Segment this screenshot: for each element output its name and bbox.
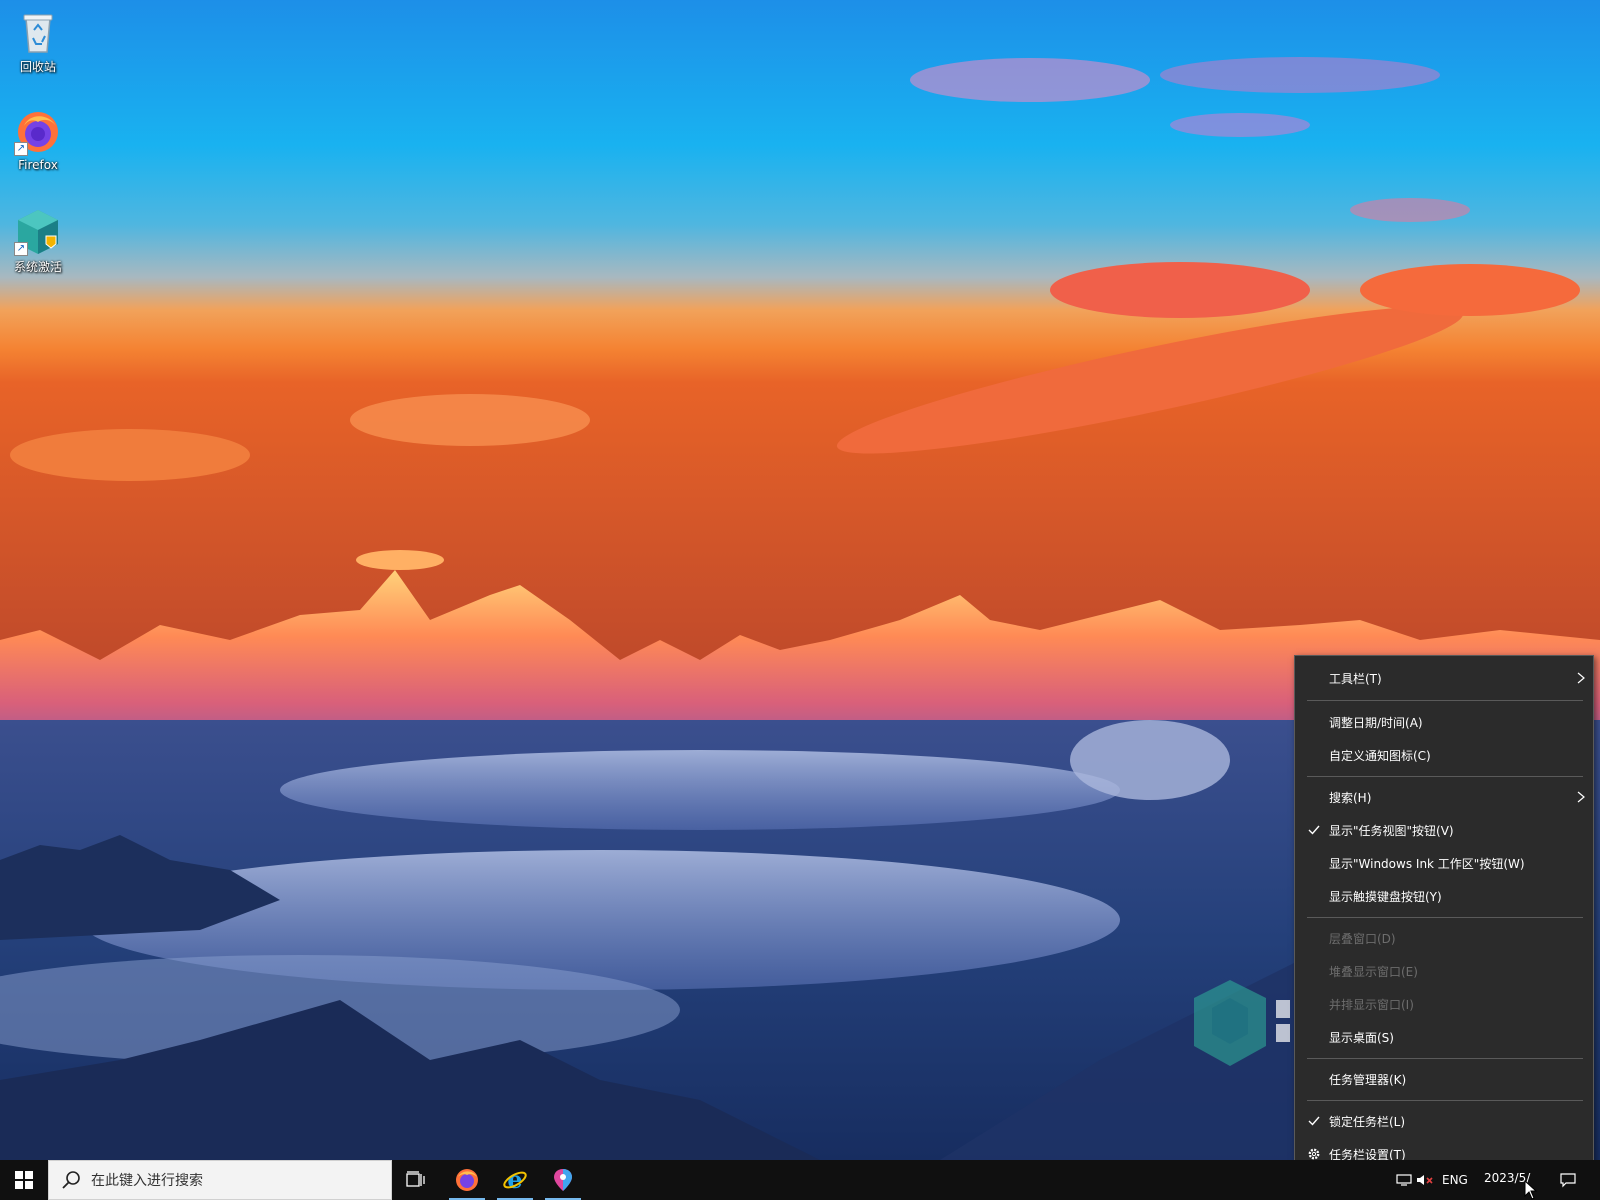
- maps-icon: [554, 1169, 572, 1191]
- menu-item-label: 任务管理器(K): [1329, 1072, 1407, 1087]
- menu-item-show-task-view-button[interactable]: 显示"任务视图"按钮(V): [1295, 814, 1593, 846]
- taskbar: 在此键入进行搜索 e ENG: [0, 1160, 1600, 1200]
- svg-text:e: e: [507, 1167, 522, 1193]
- menu-item-adjust-date-time[interactable]: 调整日期/时间(A): [1295, 706, 1593, 738]
- taskbar-app-maps[interactable]: [539, 1160, 587, 1200]
- desktop-icon-recycle-bin[interactable]: 回收站: [0, 8, 76, 75]
- menu-item-search[interactable]: 搜索(H): [1295, 781, 1593, 813]
- menu-item-show-touch-keyboard-button[interactable]: 显示触摸键盘按钮(Y): [1295, 880, 1593, 912]
- firefox-icon: [456, 1169, 478, 1191]
- shortcut-arrow-icon: ↗: [14, 242, 28, 256]
- chevron-right-icon: [1577, 791, 1585, 803]
- firefox-icon: ↗: [14, 108, 62, 156]
- task-view-button[interactable]: [392, 1160, 440, 1200]
- menu-item-label: 显示"Windows Ink 工作区"按钮(W): [1329, 856, 1525, 871]
- recycle-bin-icon: [14, 8, 62, 56]
- shortcut-arrow-icon: ↗: [14, 142, 28, 156]
- menu-separator: [1307, 776, 1583, 777]
- notification-center-icon[interactable]: [1560, 1160, 1576, 1200]
- system-activation-icon: ↗: [14, 208, 62, 256]
- search-icon: [62, 1171, 80, 1189]
- menu-separator: [1307, 917, 1583, 918]
- desktop-icon-label: 回收站: [19, 60, 56, 74]
- desktop-icon-label: Firefox: [18, 158, 58, 172]
- volume-muted-icon[interactable]: [1416, 1160, 1434, 1200]
- windows-logo-icon: [15, 1171, 33, 1189]
- menu-item-label: 显示触摸键盘按钮(Y): [1329, 889, 1442, 904]
- language-indicator[interactable]: ENG: [1442, 1160, 1468, 1200]
- network-icon[interactable]: [1396, 1160, 1412, 1200]
- checkmark-icon: [1308, 825, 1320, 835]
- checkmark-icon: [1308, 1116, 1320, 1126]
- taskbar-app-firefox[interactable]: [443, 1160, 491, 1200]
- taskbar-search-box[interactable]: 在此键入进行搜索: [48, 1160, 392, 1200]
- chevron-right-icon: [1577, 672, 1585, 684]
- desktop-icon-firefox[interactable]: ↗ Firefox: [0, 108, 76, 172]
- task-view-icon: [406, 1171, 425, 1187]
- menu-item-stack-windows: 堆叠显示窗口(E): [1295, 955, 1593, 987]
- menu-item-lock-taskbar[interactable]: 锁定任务栏(L): [1295, 1105, 1593, 1137]
- watermark-logo: [1190, 978, 1300, 1082]
- gear-icon: [1308, 1148, 1320, 1160]
- menu-item-label: 并排显示窗口(I): [1329, 997, 1414, 1012]
- desktop-icon-label: 系统激活: [13, 260, 62, 274]
- taskbar-app-internet-explorer[interactable]: e: [491, 1160, 539, 1200]
- taskbar-context-menu: 工具栏(T) 调整日期/时间(A) 自定义通知图标(C) 搜索(H) 显示"任务…: [1294, 655, 1594, 1179]
- menu-separator: [1307, 1100, 1583, 1101]
- menu-item-label: 锁定任务栏(L): [1329, 1114, 1406, 1129]
- menu-item-label: 显示桌面(S): [1329, 1030, 1394, 1045]
- menu-item-label: 工具栏(T): [1329, 671, 1382, 686]
- menu-item-label: 自定义通知图标(C): [1329, 748, 1431, 763]
- menu-separator: [1307, 700, 1583, 701]
- menu-item-customize-notification-icons[interactable]: 自定义通知图标(C): [1295, 739, 1593, 771]
- menu-item-label: 层叠窗口(D): [1329, 931, 1396, 946]
- menu-item-show-desktop[interactable]: 显示桌面(S): [1295, 1021, 1593, 1053]
- desktop-icon-system-activation[interactable]: ↗ 系统激活: [0, 208, 76, 275]
- search-placeholder: 在此键入进行搜索: [91, 1173, 203, 1189]
- menu-item-cascade-windows: 层叠窗口(D): [1295, 922, 1593, 954]
- menu-item-label: 显示"任务视图"按钮(V): [1329, 823, 1454, 838]
- menu-item-label: 搜索(H): [1329, 790, 1372, 805]
- menu-item-task-manager[interactable]: 任务管理器(K): [1295, 1063, 1593, 1095]
- internet-explorer-icon: e: [503, 1167, 527, 1193]
- menu-separator: [1307, 1058, 1583, 1059]
- mouse-pointer-icon: [1524, 1180, 1538, 1200]
- menu-item-toolbars[interactable]: 工具栏(T): [1295, 662, 1593, 694]
- menu-item-label: 堆叠显示窗口(E): [1329, 964, 1418, 979]
- menu-item-label: 调整日期/时间(A): [1329, 715, 1423, 730]
- start-button[interactable]: [0, 1160, 48, 1200]
- menu-item-show-windows-ink-button[interactable]: 显示"Windows Ink 工作区"按钮(W): [1295, 847, 1593, 879]
- menu-item-side-by-side-windows: 并排显示窗口(I): [1295, 988, 1593, 1020]
